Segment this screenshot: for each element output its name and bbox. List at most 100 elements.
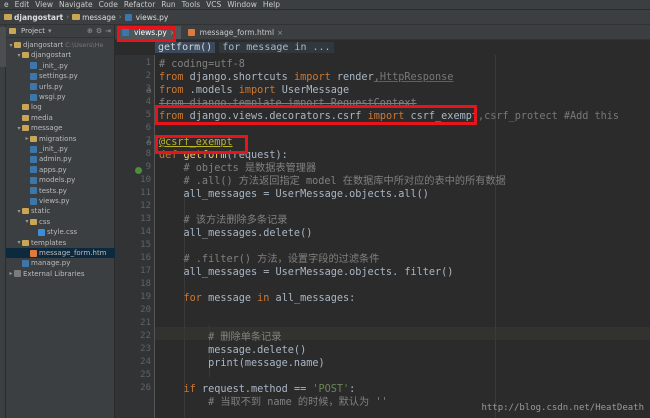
menu-item[interactable]: Tools bbox=[182, 0, 200, 9]
tree-item[interactable]: ▸ migrations bbox=[6, 134, 115, 144]
tree-item[interactable]: style.css bbox=[6, 227, 115, 237]
py-file-icon bbox=[30, 62, 37, 70]
menu-item[interactable]: Edit bbox=[15, 0, 30, 9]
tree-item[interactable]: manage.py bbox=[6, 258, 115, 268]
tree-item[interactable]: models.py bbox=[6, 175, 115, 185]
tree-item-label: djangostart bbox=[23, 41, 64, 49]
hide-icon[interactable]: ⇥ bbox=[105, 27, 111, 35]
tree-item[interactable]: urls.py bbox=[6, 82, 115, 92]
nav-crumb-project[interactable]: djangostart bbox=[4, 13, 63, 22]
keyword: if bbox=[159, 384, 196, 395]
tree-item[interactable]: media bbox=[6, 113, 115, 123]
tree-item-label: _init_.py bbox=[39, 61, 68, 70]
nav-crumb-file[interactable]: views.py bbox=[124, 13, 168, 22]
editor-breadcrumb: getform() for message in ... bbox=[155, 40, 334, 54]
module: .models bbox=[183, 85, 239, 96]
py-file-icon bbox=[30, 83, 37, 91]
nav-crumb-folder[interactable]: message bbox=[72, 13, 116, 22]
menu-item[interactable]: VCS bbox=[206, 0, 221, 9]
function-name: getform bbox=[177, 150, 227, 161]
module: django.views.decorators.csrf bbox=[183, 111, 368, 122]
project-panel-title[interactable]: Project bbox=[21, 27, 45, 35]
close-icon[interactable]: × bbox=[277, 29, 283, 37]
tree-item[interactable]: message_form.htm bbox=[6, 248, 115, 258]
line-number: 9 bbox=[145, 162, 151, 172]
folder-icon bbox=[14, 42, 21, 48]
menu-item[interactable]: e bbox=[4, 0, 9, 9]
tree-item[interactable]: ▾ static bbox=[6, 206, 115, 216]
menu-item[interactable]: Help bbox=[263, 0, 280, 9]
code-area[interactable]: # coding=utf-8 from django.shortcuts imp… bbox=[159, 55, 649, 418]
tree-item[interactable]: views.py bbox=[6, 196, 115, 206]
tree-item[interactable]: wsgi.py bbox=[6, 92, 115, 102]
tree-item-label: djangostart bbox=[31, 51, 72, 60]
keyword: from bbox=[159, 85, 184, 96]
tab-label: message_form.html bbox=[199, 28, 275, 37]
tree-item-label: manage.py bbox=[31, 259, 71, 268]
tree-item[interactable]: ▾ djangostart C:\Users\He bbox=[6, 40, 115, 50]
line-number: 12 bbox=[140, 201, 151, 211]
keyword: from bbox=[159, 72, 184, 83]
menu-item[interactable]: Code bbox=[99, 0, 118, 9]
menu-item[interactable]: Refactor bbox=[124, 0, 155, 9]
tree-item[interactable]: ▾ djangostart bbox=[6, 50, 115, 60]
tree-item[interactable]: settings.py bbox=[6, 71, 115, 81]
menu-item[interactable]: Navigate bbox=[59, 0, 93, 9]
css-file-icon bbox=[38, 228, 45, 236]
breadcrumb-context[interactable]: for message in ... bbox=[219, 41, 334, 53]
line-number: 5 bbox=[145, 110, 151, 120]
folder-icon bbox=[22, 125, 29, 132]
tree-item[interactable]: admin.py bbox=[6, 154, 115, 164]
tree-item[interactable]: ▾ css bbox=[6, 217, 115, 227]
menu-bar: e Edit View Navigate Code Refactor Run Tools VCS… bbox=[0, 0, 650, 10]
line-number: 26 bbox=[140, 383, 151, 393]
folder-icon bbox=[22, 104, 29, 111]
line-number: 6 bbox=[145, 123, 151, 133]
tree-item-label: wsgi.py bbox=[39, 93, 66, 101]
tree-item[interactable]: log bbox=[6, 102, 115, 112]
keyword: def bbox=[159, 150, 178, 161]
tree-item-label: message bbox=[31, 124, 63, 133]
tab-views-py[interactable]: views.py × bbox=[117, 26, 181, 39]
code-line: from django.shortcuts import render,Http… bbox=[159, 71, 453, 84]
dropdown-icon[interactable]: ▾ bbox=[48, 27, 52, 35]
line-number: 11 bbox=[140, 188, 151, 198]
tab-message-form-html[interactable]: message_form.html × bbox=[182, 26, 288, 39]
code-line: # 删除单条记录 bbox=[159, 332, 282, 343]
breadcrumb-function[interactable]: getform() bbox=[155, 41, 216, 53]
sync-icon[interactable]: ⊕ bbox=[87, 27, 93, 35]
code-line: from django.views.decorators.csrf import… bbox=[159, 110, 619, 123]
line-number: 20 bbox=[140, 305, 151, 315]
menu-item[interactable]: Run bbox=[161, 0, 175, 9]
tree-item[interactable]: tests.py bbox=[6, 186, 115, 196]
tree-item-label: _init_.py bbox=[39, 145, 68, 153]
menu-item[interactable]: View bbox=[35, 0, 53, 9]
py-file-icon bbox=[30, 72, 37, 80]
code-line: # coding=utf-8 bbox=[159, 59, 245, 70]
tree-item-label: templates bbox=[31, 238, 67, 247]
tree-item-label: views.py bbox=[39, 197, 70, 205]
close-icon[interactable]: × bbox=[170, 29, 176, 37]
line-number: 13 bbox=[140, 214, 151, 224]
tree-item[interactable]: ▾ templates bbox=[6, 238, 115, 248]
tree-item[interactable]: _init_.py bbox=[6, 61, 115, 71]
project-panel: Project ▾ ⊕ ⚙ ⇥ ▾ djangostart C:\Users\He ▾… bbox=[6, 25, 115, 418]
html-file-icon bbox=[30, 249, 37, 257]
menu-item[interactable]: Window bbox=[227, 0, 257, 9]
line-gutter: ⊖ ⊖ 1 2 3 4 5 6 7 8 9 10 11 12 13 14 15 16 17 18 19 20 21 22 2… bbox=[115, 55, 155, 418]
code-line: # .filter() 方法，设置字段的过滤条件 bbox=[159, 254, 380, 265]
tree-item[interactable]: ▾ message bbox=[6, 123, 115, 133]
tree-item[interactable]: _init_.py bbox=[6, 144, 115, 154]
folder-icon bbox=[72, 14, 81, 20]
tree-item-label: css bbox=[39, 217, 51, 226]
folder-icon bbox=[22, 208, 29, 215]
code-line: if request.method == 'POST': bbox=[159, 383, 356, 396]
settings-icon[interactable]: ⚙ bbox=[96, 27, 102, 35]
tree-item[interactable]: apps.py bbox=[6, 165, 115, 175]
keyword: import bbox=[238, 85, 276, 96]
tree-item-label: admin.py bbox=[39, 155, 72, 164]
watermark: http://blog.csdn.net/HeatDeath bbox=[481, 403, 644, 413]
folder-icon bbox=[22, 52, 29, 59]
code-line: all_messages = UserMessage.objects. filt… bbox=[159, 267, 454, 278]
tree-item[interactable]: ▸ External Libraries bbox=[6, 269, 115, 279]
